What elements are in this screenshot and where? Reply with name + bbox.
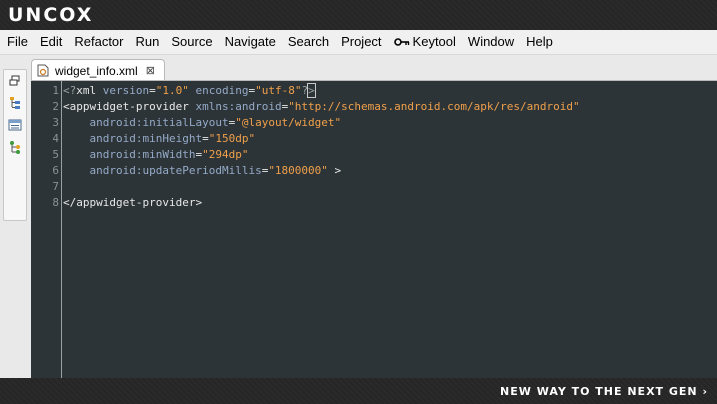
code-line-1: <?xml version="1.0" encoding="utf-8"?> xyxy=(63,83,316,98)
top-banner: UNCOX xyxy=(0,0,717,30)
code-text[interactable]: <?xml version="1.0" encoding="utf-8"?> <a… xyxy=(63,83,580,211)
footer-tagline: NEW WAY TO THE NEXT GEN › xyxy=(500,385,708,398)
menu-bar: File Edit Refactor Run Source Navigate S… xyxy=(0,30,717,55)
menu-help[interactable]: Help xyxy=(520,30,559,54)
xml-file-icon xyxy=(37,64,49,77)
attr-value: "utf-8" xyxy=(255,84,302,97)
pi-open: <? xyxy=(63,84,77,97)
workbench: widget_info.xml ⊠ 1 2 3 4 5 6 7 8 <?xml … xyxy=(0,55,717,379)
menu-refactor[interactable]: Refactor xyxy=(68,30,129,54)
tab-widget-info-xml[interactable]: widget_info.xml ⊠ xyxy=(31,59,165,81)
xml-editor[interactable]: 1 2 3 4 5 6 7 8 <?xml version="1.0" enco… xyxy=(31,80,717,379)
code-line-8: </appwidget-provider> xyxy=(63,195,580,211)
pi-target: xml xyxy=(76,84,97,97)
attr-value: "1.0" xyxy=(155,84,189,97)
menu-keytool-label: Keytool xyxy=(412,34,456,49)
closing-tag: </appwidget-provider> xyxy=(63,196,203,209)
outline-icon[interactable] xyxy=(8,118,22,132)
attr-value: "150dp" xyxy=(208,132,256,145)
line-number: 4 xyxy=(52,132,59,145)
code-line-4: android:minHeight="150dp" xyxy=(63,131,580,147)
menu-run[interactable]: Run xyxy=(130,30,166,54)
attr-value: "http://schemas.android.com/apk/res/andr… xyxy=(288,100,580,113)
menu-navigate[interactable]: Navigate xyxy=(219,30,282,54)
attr-name: xmlns:android xyxy=(195,100,282,113)
code-line-5: android:minWidth="294dp" xyxy=(63,147,580,163)
key-icon xyxy=(393,38,409,46)
attr-value: "1800000" xyxy=(268,164,328,177)
tab-title: widget_info.xml xyxy=(55,63,138,78)
line-number: 3 xyxy=(52,116,59,129)
tag-close: > xyxy=(327,164,342,177)
close-icon[interactable]: ⊠ xyxy=(146,65,155,77)
line-number: 7 xyxy=(52,180,59,193)
attr-name: android:minHeight xyxy=(89,132,203,145)
menu-source[interactable]: Source xyxy=(165,30,218,54)
attr-value: "294dp" xyxy=(202,148,249,161)
hierarchy-icon[interactable] xyxy=(8,96,22,110)
line-number: 1 xyxy=(52,84,59,97)
tree-icon[interactable] xyxy=(8,140,22,154)
menu-edit[interactable]: Edit xyxy=(34,30,68,54)
attr-value: "@layout/widget" xyxy=(235,116,342,129)
attr-name: android:updatePeriodMillis xyxy=(89,164,262,177)
menu-file[interactable]: File xyxy=(0,30,34,54)
code-line-2: <appwidget-provider xmlns:android="http:… xyxy=(63,99,580,115)
tag-name: <appwidget-provider xyxy=(63,100,189,113)
left-toolbar xyxy=(3,69,27,221)
line-number: 5 xyxy=(52,148,59,161)
line-numbers: 1 2 3 4 5 6 7 8 xyxy=(31,83,59,211)
line-number: 6 xyxy=(52,164,59,177)
uncox-logo: UNCOX xyxy=(8,4,94,26)
menu-keytool[interactable]: Keytool xyxy=(388,30,462,54)
menu-window[interactable]: Window xyxy=(462,30,520,54)
attr-name: android:initialLayout xyxy=(89,116,229,129)
line-number: 8 xyxy=(52,196,59,209)
attr-name: version xyxy=(102,84,150,97)
equals: = xyxy=(202,132,209,145)
code-line-6: android:updatePeriodMillis="1800000" > xyxy=(63,163,580,179)
bottom-banner: NEW WAY TO THE NEXT GEN › xyxy=(0,378,717,404)
restore-icon[interactable] xyxy=(8,74,22,88)
pi-close: > xyxy=(307,83,316,98)
attr-name: encoding xyxy=(195,84,249,97)
line-number: 2 xyxy=(52,100,59,113)
attr-name: android:minWidth xyxy=(89,148,196,161)
code-line-3: android:initialLayout="@layout/widget" xyxy=(63,115,580,131)
menu-project[interactable]: Project xyxy=(335,30,387,54)
menu-search[interactable]: Search xyxy=(282,30,335,54)
